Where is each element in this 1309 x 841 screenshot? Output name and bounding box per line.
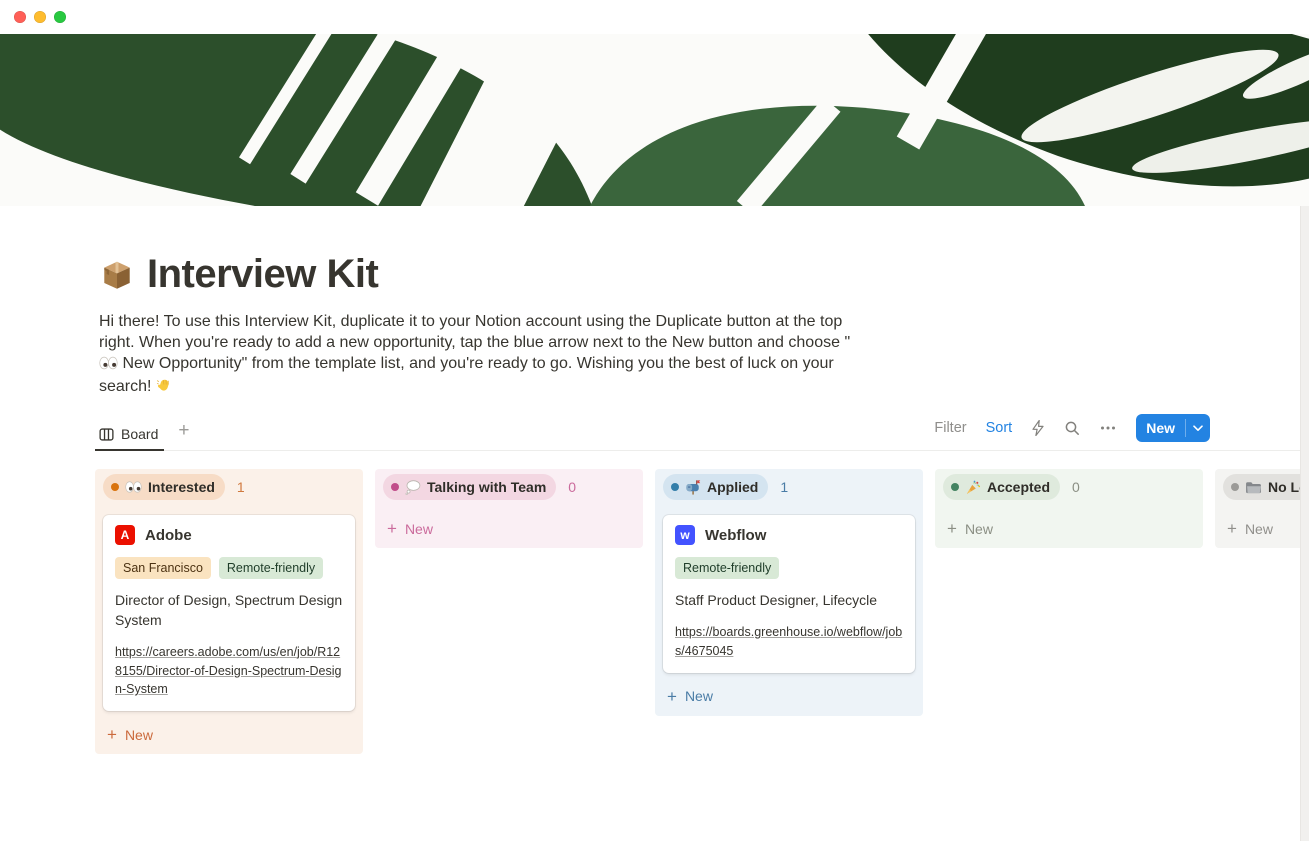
board-column-talking-with-team: Talking with Team 0 + New: [375, 469, 643, 548]
column-status-pill[interactable]: No Longer Interested: [1223, 474, 1309, 500]
eyes-emoji: [99, 355, 118, 376]
tag-remote-friendly: Remote-friendly: [219, 557, 323, 579]
board-column-no-longer-interested: No Longer Interested + New: [1215, 469, 1309, 548]
board-column-accepted: Accepted 0 + New: [935, 469, 1203, 548]
card-role: Staff Product Designer, Lifecycle: [675, 591, 903, 611]
minimize-window-button[interactable]: [34, 11, 46, 23]
add-view-button[interactable]: +: [164, 421, 195, 450]
column-header: No Longer Interested: [1223, 474, 1309, 500]
column-label: Applied: [707, 479, 758, 495]
card-job-link[interactable]: https://boards.greenhouse.io/webflow/job…: [675, 623, 903, 661]
plus-icon: +: [667, 688, 677, 705]
thought-balloon-emoji: [405, 480, 421, 495]
scrollbar-track[interactable]: [1300, 206, 1309, 841]
column-status-pill[interactable]: Accepted: [943, 474, 1060, 500]
window-controls: [14, 11, 66, 23]
plus-icon: +: [387, 520, 397, 537]
view-toolbar: Filter Sort New: [934, 414, 1210, 450]
plus-icon: +: [1227, 520, 1237, 537]
card-job-link[interactable]: https://careers.adobe.com/us/en/job/R128…: [115, 643, 343, 699]
add-card-button[interactable]: + New: [663, 683, 915, 708]
zoom-window-button[interactable]: [54, 11, 66, 23]
column-header: Interested 1: [103, 474, 355, 500]
mailbox-emoji: [685, 480, 701, 495]
add-card-button[interactable]: + New: [1223, 515, 1309, 540]
page-header: Interview Kit: [99, 252, 1210, 297]
tag-san-francisco: San Francisco: [115, 557, 211, 579]
add-card-label: New: [125, 727, 153, 743]
wave-emoji: [156, 377, 172, 399]
column-header: Applied 1: [663, 474, 915, 500]
status-dot: [1231, 483, 1239, 491]
card-company-name: Webflow: [705, 527, 766, 544]
card-adobe[interactable]: A Adobe San Francisco Remote-friendly Di…: [103, 515, 355, 711]
party-popper-emoji: [965, 480, 981, 495]
window-titlebar: [0, 0, 1309, 34]
status-dot: [951, 483, 959, 491]
card-tags: San Francisco Remote-friendly: [115, 557, 343, 579]
board-column-applied: Applied 1 w Webflow Remote-friendly Staf…: [655, 469, 923, 716]
status-dot: [671, 483, 679, 491]
column-status-pill[interactable]: Talking with Team: [383, 474, 556, 500]
folder-emoji: [1245, 481, 1262, 494]
lightning-icon[interactable]: [1031, 420, 1045, 436]
tab-board-label: Board: [121, 426, 158, 442]
plus-icon: +: [107, 726, 117, 743]
card-tags: Remote-friendly: [675, 557, 903, 579]
column-status-pill[interactable]: Applied: [663, 474, 768, 500]
package-emoji[interactable]: [99, 257, 135, 293]
more-icon[interactable]: [1099, 420, 1117, 436]
add-card-label: New: [405, 521, 433, 537]
add-card-label: New: [685, 688, 713, 704]
kanban-board: Interested 1 A Adobe San Francisco Remot…: [95, 469, 1309, 754]
add-card-label: New: [965, 521, 993, 537]
column-label: Accepted: [987, 479, 1050, 495]
card-company-name: Adobe: [145, 527, 192, 544]
monstera-leaves-illustration: [0, 34, 1309, 206]
card-role: Director of Design, Spectrum Design Syst…: [115, 591, 343, 631]
close-window-button[interactable]: [14, 11, 26, 23]
board-column-interested: Interested 1 A Adobe San Francisco Remot…: [95, 469, 363, 754]
column-header: Accepted 0: [943, 474, 1195, 500]
column-label: Talking with Team: [427, 479, 546, 495]
description-text: New Opportunity" from the template list,…: [99, 355, 834, 395]
add-card-button[interactable]: + New: [943, 515, 1195, 540]
add-card-button[interactable]: + New: [103, 721, 355, 746]
description-text: Hi there! To use this Interview Kit, dup…: [99, 313, 850, 351]
new-entry-button[interactable]: New: [1136, 414, 1185, 442]
add-card-button[interactable]: + New: [383, 515, 635, 540]
cover-image: [0, 34, 1309, 206]
column-count: 1: [780, 479, 788, 495]
column-status-pill[interactable]: Interested: [103, 474, 225, 500]
tag-remote-friendly: Remote-friendly: [675, 557, 779, 579]
plus-icon: +: [947, 520, 957, 537]
add-card-label: New: [1245, 521, 1273, 537]
eyes-emoji: [125, 481, 142, 493]
filter-button[interactable]: Filter: [934, 420, 966, 436]
page-title: Interview Kit: [147, 252, 378, 297]
adobe-logo: A: [115, 525, 135, 545]
sort-button[interactable]: Sort: [986, 420, 1013, 436]
status-dot: [391, 483, 399, 491]
chevron-down-icon[interactable]: [1186, 414, 1210, 442]
search-icon[interactable]: [1064, 420, 1080, 436]
board-view-icon: [99, 427, 114, 442]
status-dot: [111, 483, 119, 491]
tab-board-view[interactable]: Board: [95, 422, 164, 451]
mouse-cursor-icon: [1222, 198, 1309, 206]
page-description: Hi there! To use this Interview Kit, dup…: [99, 311, 865, 399]
column-label: Interested: [148, 479, 215, 495]
column-count: 0: [568, 479, 576, 495]
webflow-logo: w: [675, 525, 695, 545]
card-webflow[interactable]: w Webflow Remote-friendly Staff Product …: [663, 515, 915, 673]
column-header: Talking with Team 0: [383, 474, 635, 500]
column-count: 0: [1072, 479, 1080, 495]
column-count: 1: [237, 479, 245, 495]
view-tab-bar: Board + Filter Sort New: [95, 419, 1300, 451]
new-entry-split-button: New: [1136, 414, 1210, 442]
